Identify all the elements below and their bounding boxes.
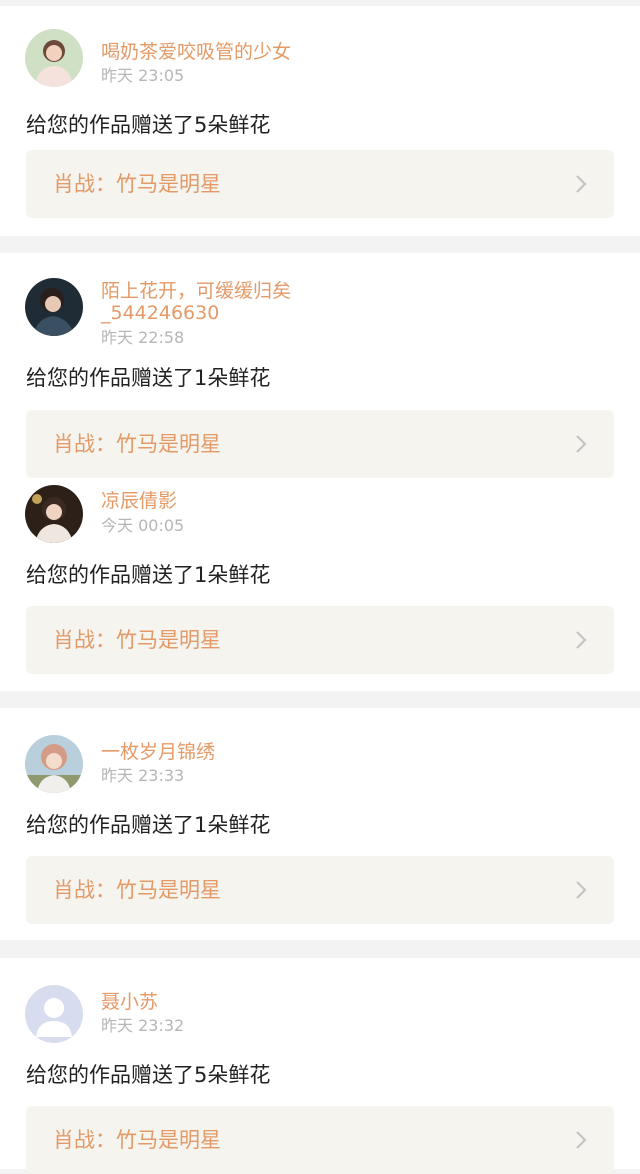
- work-title: 肖战：竹马是明星: [53, 432, 221, 456]
- timestamp: 昨天 23:05: [101, 66, 185, 85]
- username[interactable]: 陌上花开，可缓缓归矣: [101, 279, 291, 303]
- avatar-image: [25, 485, 83, 543]
- avatar-image: [25, 29, 83, 87]
- notification-entry: 一枚岁月锦绣 昨天 23:33 给您的作品赠送了1朵鲜花 肖战：竹马是明星: [0, 708, 640, 940]
- notification-entry: 喝奶茶爱咬吸管的少女 昨天 23:05 给您的作品赠送了5朵鲜花 肖战：竹马是明…: [0, 6, 640, 236]
- chevron-right-icon: [576, 1131, 587, 1149]
- user-avatar[interactable]: [25, 278, 83, 336]
- chevron-right-icon: [576, 881, 587, 899]
- timestamp: 昨天 23:33: [101, 766, 185, 785]
- user-avatar[interactable]: [25, 985, 83, 1043]
- work-title: 肖战：竹马是明星: [53, 628, 221, 652]
- work-title: 肖战：竹马是明星: [53, 172, 221, 196]
- work-title: 肖战：竹马是明星: [53, 1128, 221, 1152]
- notification-entry: 凉辰倩影 今天 00:05 给您的作品赠送了1朵鲜花 肖战：竹马是明星: [0, 483, 640, 691]
- default-avatar-icon: [25, 985, 83, 1043]
- gift-message: 给您的作品赠送了1朵鲜花: [26, 563, 271, 587]
- work-link[interactable]: 肖战：竹马是明星: [26, 1106, 614, 1174]
- user-avatar[interactable]: [25, 485, 83, 543]
- user-avatar[interactable]: [25, 29, 83, 87]
- notification-card: 一枚岁月锦绣 昨天 23:33 给您的作品赠送了1朵鲜花 肖战：竹马是明星: [0, 708, 640, 940]
- user-avatar[interactable]: [25, 735, 83, 793]
- chevron-right-icon: [576, 175, 587, 193]
- username[interactable]: 一枚岁月锦绣: [101, 740, 215, 764]
- username[interactable]: 凉辰倩影: [101, 489, 177, 513]
- username[interactable]: 喝奶茶爱咬吸管的少女: [101, 40, 291, 64]
- notification-entry: 聂小苏 昨天 23:32 给您的作品赠送了5朵鲜花 肖战：竹马是明星: [0, 958, 640, 1174]
- timestamp: 昨天 23:32: [101, 1016, 185, 1035]
- chevron-right-icon: [576, 631, 587, 649]
- work-title: 肖战：竹马是明星: [53, 878, 221, 902]
- timestamp: 昨天 22:58: [101, 328, 185, 347]
- gift-message: 给您的作品赠送了5朵鲜花: [26, 113, 271, 137]
- notification-card: 喝奶茶爱咬吸管的少女 昨天 23:05 给您的作品赠送了5朵鲜花 肖战：竹马是明…: [0, 6, 640, 236]
- work-link[interactable]: 肖战：竹马是明星: [26, 606, 614, 674]
- chevron-right-icon: [576, 435, 587, 453]
- gift-message: 给您的作品赠送了5朵鲜花: [26, 1063, 271, 1087]
- notification-card: 聂小苏 昨天 23:32 给您的作品赠送了5朵鲜花 肖战：竹马是明星: [0, 958, 640, 1174]
- work-link[interactable]: 肖战：竹马是明星: [26, 410, 614, 478]
- work-link[interactable]: 肖战：竹马是明星: [26, 856, 614, 924]
- timestamp: 今天 00:05: [101, 516, 185, 535]
- avatar-image: [25, 735, 83, 793]
- username-continued[interactable]: _544246630: [101, 301, 219, 325]
- username[interactable]: 聂小苏: [101, 990, 158, 1014]
- avatar-image: [25, 278, 83, 336]
- gift-message: 给您的作品赠送了1朵鲜花: [26, 813, 271, 837]
- gift-message: 给您的作品赠送了1朵鲜花: [26, 366, 271, 390]
- notification-card: 陌上花开，可缓缓归矣 _544246630 昨天 22:58 给您的作品赠送了1…: [0, 253, 640, 691]
- work-link[interactable]: 肖战：竹马是明星: [26, 150, 614, 218]
- notification-entry: 陌上花开，可缓缓归矣 _544246630 昨天 22:58 给您的作品赠送了1…: [0, 253, 640, 483]
